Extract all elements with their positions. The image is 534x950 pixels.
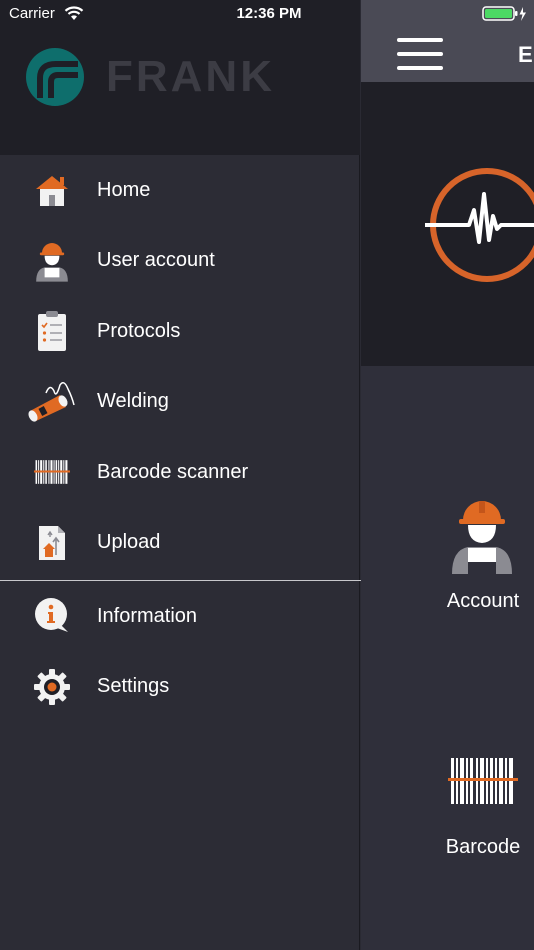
battery-icon <box>482 6 528 27</box>
menu-item-welding[interactable]: Welding <box>0 367 360 438</box>
nav-title: E <box>518 42 533 67</box>
status-bar: Carrier 12:36 PM <box>0 0 534 28</box>
barcode-icon <box>24 447 80 497</box>
hero-banner <box>361 82 534 366</box>
menu-label-barcode-scanner: Barcode scanner <box>97 460 249 483</box>
menu-item-home[interactable]: Home <box>0 155 360 226</box>
menu-label-settings: Settings <box>97 675 170 698</box>
brand-name: FRANK <box>106 52 275 101</box>
pulse-logo-icon <box>425 168 534 282</box>
upload-icon <box>24 518 80 568</box>
menu-item-information[interactable]: Information <box>0 581 360 652</box>
worker-icon <box>24 236 80 286</box>
brand-logo: FRANK <box>26 48 275 106</box>
menu-toggle-button[interactable] <box>397 38 443 72</box>
clock: 12:36 PM <box>236 5 302 22</box>
gear-icon <box>24 662 80 712</box>
menu-item-protocols[interactable]: Protocols <box>0 296 360 367</box>
menu-label-information: Information <box>97 604 198 627</box>
account-tile-label: Account <box>446 590 520 612</box>
barcode-icon <box>448 756 518 806</box>
info-icon <box>24 591 80 641</box>
menu-label-user-account: User account <box>97 249 215 272</box>
clipboard-icon <box>24 306 80 356</box>
menu-label-upload: Upload <box>97 531 161 554</box>
menu-label-protocols: Protocols <box>97 319 181 342</box>
barcode-tile-label: Barcode <box>445 836 521 858</box>
frank-logo-icon <box>26 48 84 106</box>
menu-item-upload[interactable]: Upload <box>0 508 360 579</box>
drawer-menu: Home User account Protocols Welding Barc… <box>0 155 361 723</box>
side-drawer: FRANK Home User account Protocols Weldin… <box>0 0 361 950</box>
worker-icon <box>446 494 518 576</box>
menu-label-home: Home <box>97 178 151 201</box>
menu-item-user-account[interactable]: User account <box>0 226 360 297</box>
menu-item-barcode-scanner[interactable]: Barcode scanner <box>0 437 360 508</box>
menu-item-settings[interactable]: Settings <box>0 652 360 723</box>
home-icon <box>24 165 80 215</box>
welding-icon <box>24 377 80 427</box>
menu-label-welding: Welding <box>97 390 169 413</box>
